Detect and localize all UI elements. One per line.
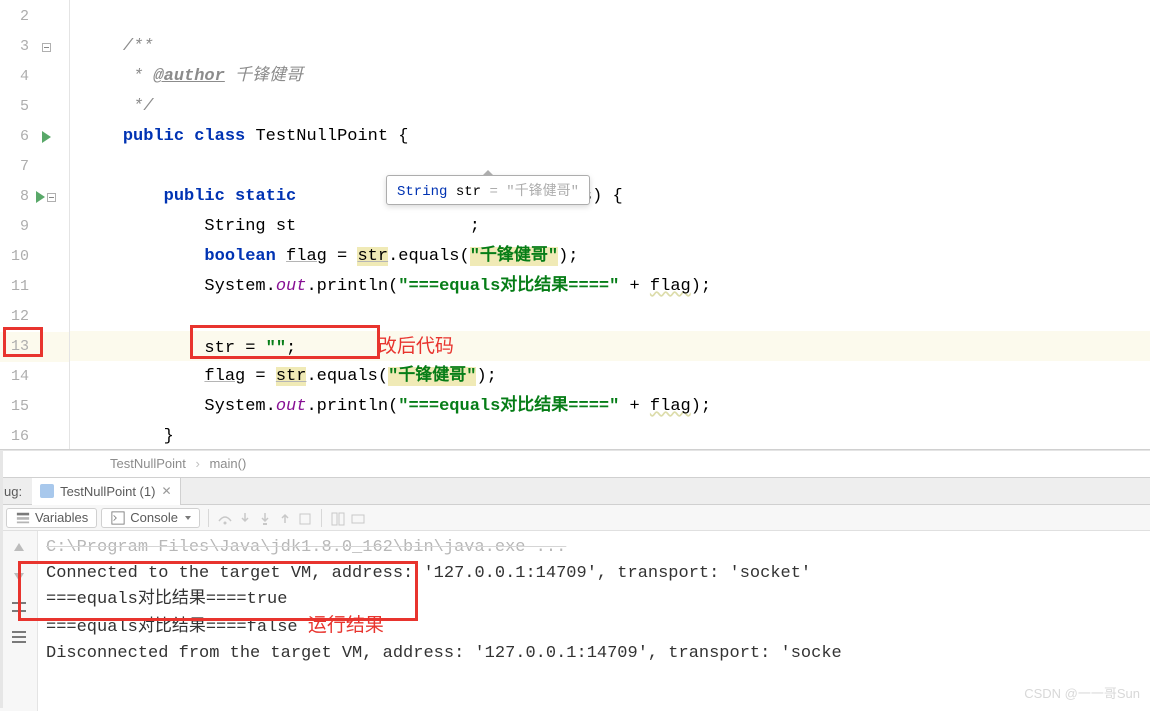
- line-number: 13: [5, 332, 29, 362]
- step-over-icon[interactable]: [217, 511, 233, 525]
- code-line: boolean flag = str.equals("千锋健哥");: [70, 242, 1150, 272]
- gutter: 2 3 4 5 6 7 8 9 10 11 12 13 14 15 16: [0, 0, 70, 449]
- bars-icon: [12, 631, 26, 643]
- scroll-to-end-button[interactable]: [9, 627, 29, 647]
- line-number: 7: [5, 152, 29, 182]
- code-line: [70, 152, 1150, 182]
- line-number: 12: [5, 302, 29, 332]
- line-number: 6: [5, 122, 29, 152]
- console-line: C:\Program Files\Java\jdk1.8.0_162\bin\j…: [46, 535, 1142, 561]
- console-line: ===equals对比结果====true: [46, 587, 1142, 613]
- scroll-up-button[interactable]: [9, 537, 29, 557]
- fold-icon[interactable]: [47, 193, 56, 202]
- run-gutter-icon[interactable]: [42, 131, 51, 143]
- line-number: 9: [5, 212, 29, 242]
- line-number: 8: [5, 182, 29, 212]
- step-into-icon[interactable]: [237, 511, 253, 525]
- line-number: 5: [5, 92, 29, 122]
- scroll-down-button[interactable]: [9, 567, 29, 587]
- line-number: 4: [5, 62, 29, 92]
- force-step-into-icon[interactable]: [257, 511, 273, 525]
- annotation-text: 改后代码: [378, 336, 454, 357]
- annotation-text: 运行结果: [308, 615, 384, 636]
- code-line: public class TestNullPoint {: [70, 122, 1150, 152]
- console-line: Connected to the target VM, address: '12…: [46, 561, 1142, 587]
- debugger-toolbar: Variables Console: [0, 505, 1150, 531]
- debug-value-tooltip: String str = "千锋健哥": [386, 175, 590, 205]
- line-number: 10: [5, 242, 29, 272]
- tab-label: TestNullPoint (1): [60, 484, 155, 499]
- chevron-right-icon: ›: [190, 456, 206, 471]
- arrow-up-icon: [14, 543, 24, 551]
- line-number: 2: [5, 2, 29, 32]
- code-line: flag = str.equals("千锋健哥");: [70, 362, 1150, 392]
- fold-icon[interactable]: [42, 43, 51, 52]
- code-line: * @author 千锋健哥: [70, 62, 1150, 92]
- evaluate-expression-icon[interactable]: [350, 511, 366, 525]
- console-icon: [110, 511, 126, 525]
- breadcrumb-item[interactable]: TestNullPoint: [110, 456, 186, 471]
- code-line: */: [70, 92, 1150, 122]
- code-line: public static ing[] args) {: [70, 182, 1150, 212]
- code-line: str = ""; 改后代码: [70, 332, 1150, 362]
- line-number: 14: [5, 362, 29, 392]
- app-icon: [40, 484, 54, 498]
- run-gutter-icon[interactable]: [36, 191, 45, 203]
- code-editor[interactable]: 2 3 4 5 6 7 8 9 10 11 12 13 14 15 16 /**…: [0, 0, 1150, 450]
- watermark: CSDN @一一哥Sun: [1024, 683, 1140, 702]
- line-number: 15: [5, 392, 29, 422]
- code-text[interactable]: /** * @author 千锋健哥 */ public class TestN…: [70, 0, 1150, 449]
- drop-frame-icon[interactable]: [297, 511, 313, 525]
- line-number: 3: [5, 32, 29, 62]
- code-line: [70, 2, 1150, 32]
- console-panel: C:\Program Files\Java\jdk1.8.0_162\bin\j…: [0, 531, 1150, 711]
- arrow-down-icon: [14, 573, 24, 581]
- console-output[interactable]: C:\Program Files\Java\jdk1.8.0_162\bin\j…: [38, 531, 1150, 711]
- line-number: 11: [5, 272, 29, 302]
- code-line: /**: [70, 32, 1150, 62]
- breadcrumb-item[interactable]: main(): [209, 456, 246, 471]
- variables-icon: [15, 511, 31, 525]
- run-to-cursor-icon[interactable]: [330, 511, 346, 525]
- close-icon[interactable]: ✕: [161, 484, 171, 498]
- code-line: System.out.println("===equals对比结果====" +…: [70, 272, 1150, 302]
- separator: [208, 509, 209, 527]
- soft-wrap-button[interactable]: [9, 597, 29, 617]
- console-gutter: [0, 531, 38, 711]
- chevron-down-icon: [185, 516, 191, 520]
- step-out-icon[interactable]: [277, 511, 293, 525]
- wrap-icon: [12, 602, 26, 612]
- code-line: }: [70, 422, 1150, 452]
- console-line: Disconnected from the target VM, address…: [46, 641, 1142, 667]
- line-number: 16: [5, 422, 29, 452]
- debug-label: ug:: [0, 484, 32, 499]
- breadcrumb[interactable]: TestNullPoint › main(): [0, 450, 1150, 478]
- debug-session-tab[interactable]: TestNullPoint (1) ✕: [32, 478, 180, 505]
- debug-tab-bar: ug: TestNullPoint (1) ✕: [0, 478, 1150, 505]
- console-panel-tab[interactable]: Console: [101, 508, 200, 528]
- code-line: System.out.println("===equals对比结果====" +…: [70, 392, 1150, 422]
- console-line: ===equals对比结果====false 运行结果: [46, 613, 1142, 641]
- variables-panel-tab[interactable]: Variables: [6, 508, 97, 528]
- code-line: [70, 302, 1150, 332]
- code-line: String st ;: [70, 212, 1150, 242]
- separator: [321, 509, 322, 527]
